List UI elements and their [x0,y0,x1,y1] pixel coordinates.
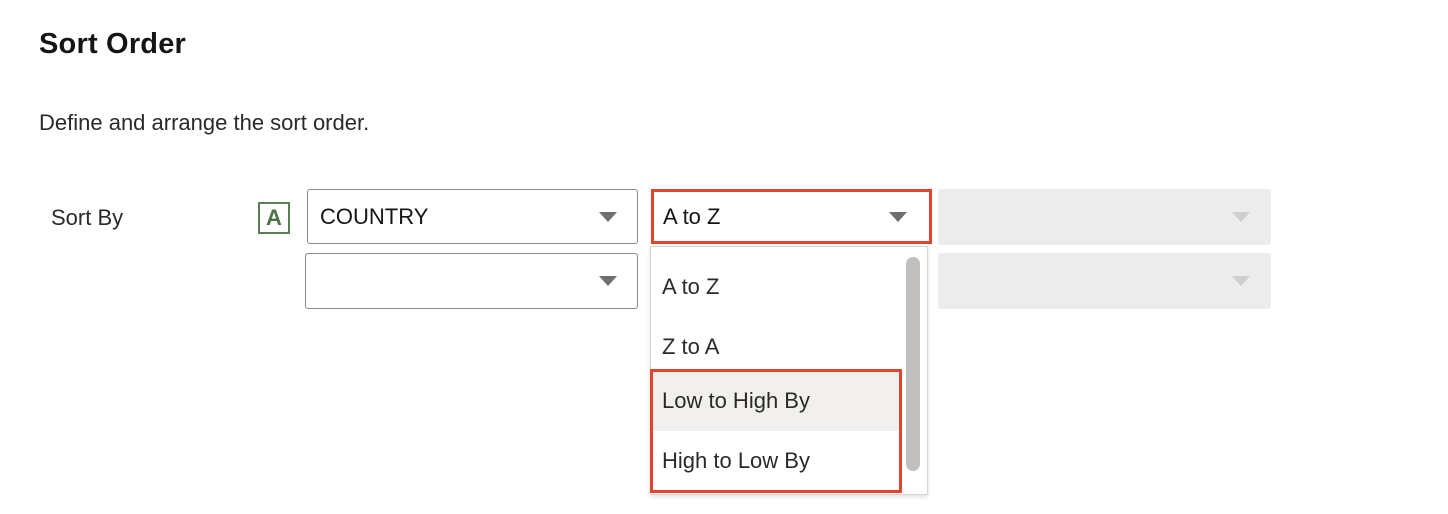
dropdown-option-a-to-z[interactable]: A to Z [651,257,899,317]
dropdown-option-high-to-low-by[interactable]: High to Low By [651,431,899,491]
sort-order-dropdown-list: A to Z Z to A Low to High By High to Low… [650,246,928,495]
sort-by-measure-select-2 [938,253,1271,309]
sort-column-select-1[interactable]: COUNTRY [307,189,638,244]
sort-column-select-2[interactable] [305,253,638,309]
sort-order-value-1: A to Z [663,203,721,229]
chevron-down-icon [599,276,617,286]
chevron-down-icon [599,211,617,222]
text-type-badge-icon: A [258,202,290,234]
section-title: Sort Order [39,28,187,60]
sort-by-measure-select-1 [938,189,1271,245]
chevron-down-icon [1232,276,1250,286]
sort-column-value-1: COUNTRY [320,203,429,229]
chevron-down-icon [889,211,907,222]
chevron-down-icon [1232,212,1250,222]
sort-by-label: Sort By [51,205,124,230]
dropdown-option-z-to-a[interactable]: Z to A [651,317,899,377]
section-description: Define and arrange the sort order. [39,110,370,135]
dropdown-option-low-to-high-by[interactable]: Low to High By [651,371,899,431]
sort-order-select-1[interactable]: A to Z [651,189,932,244]
dropdown-scrollbar[interactable] [906,257,920,471]
